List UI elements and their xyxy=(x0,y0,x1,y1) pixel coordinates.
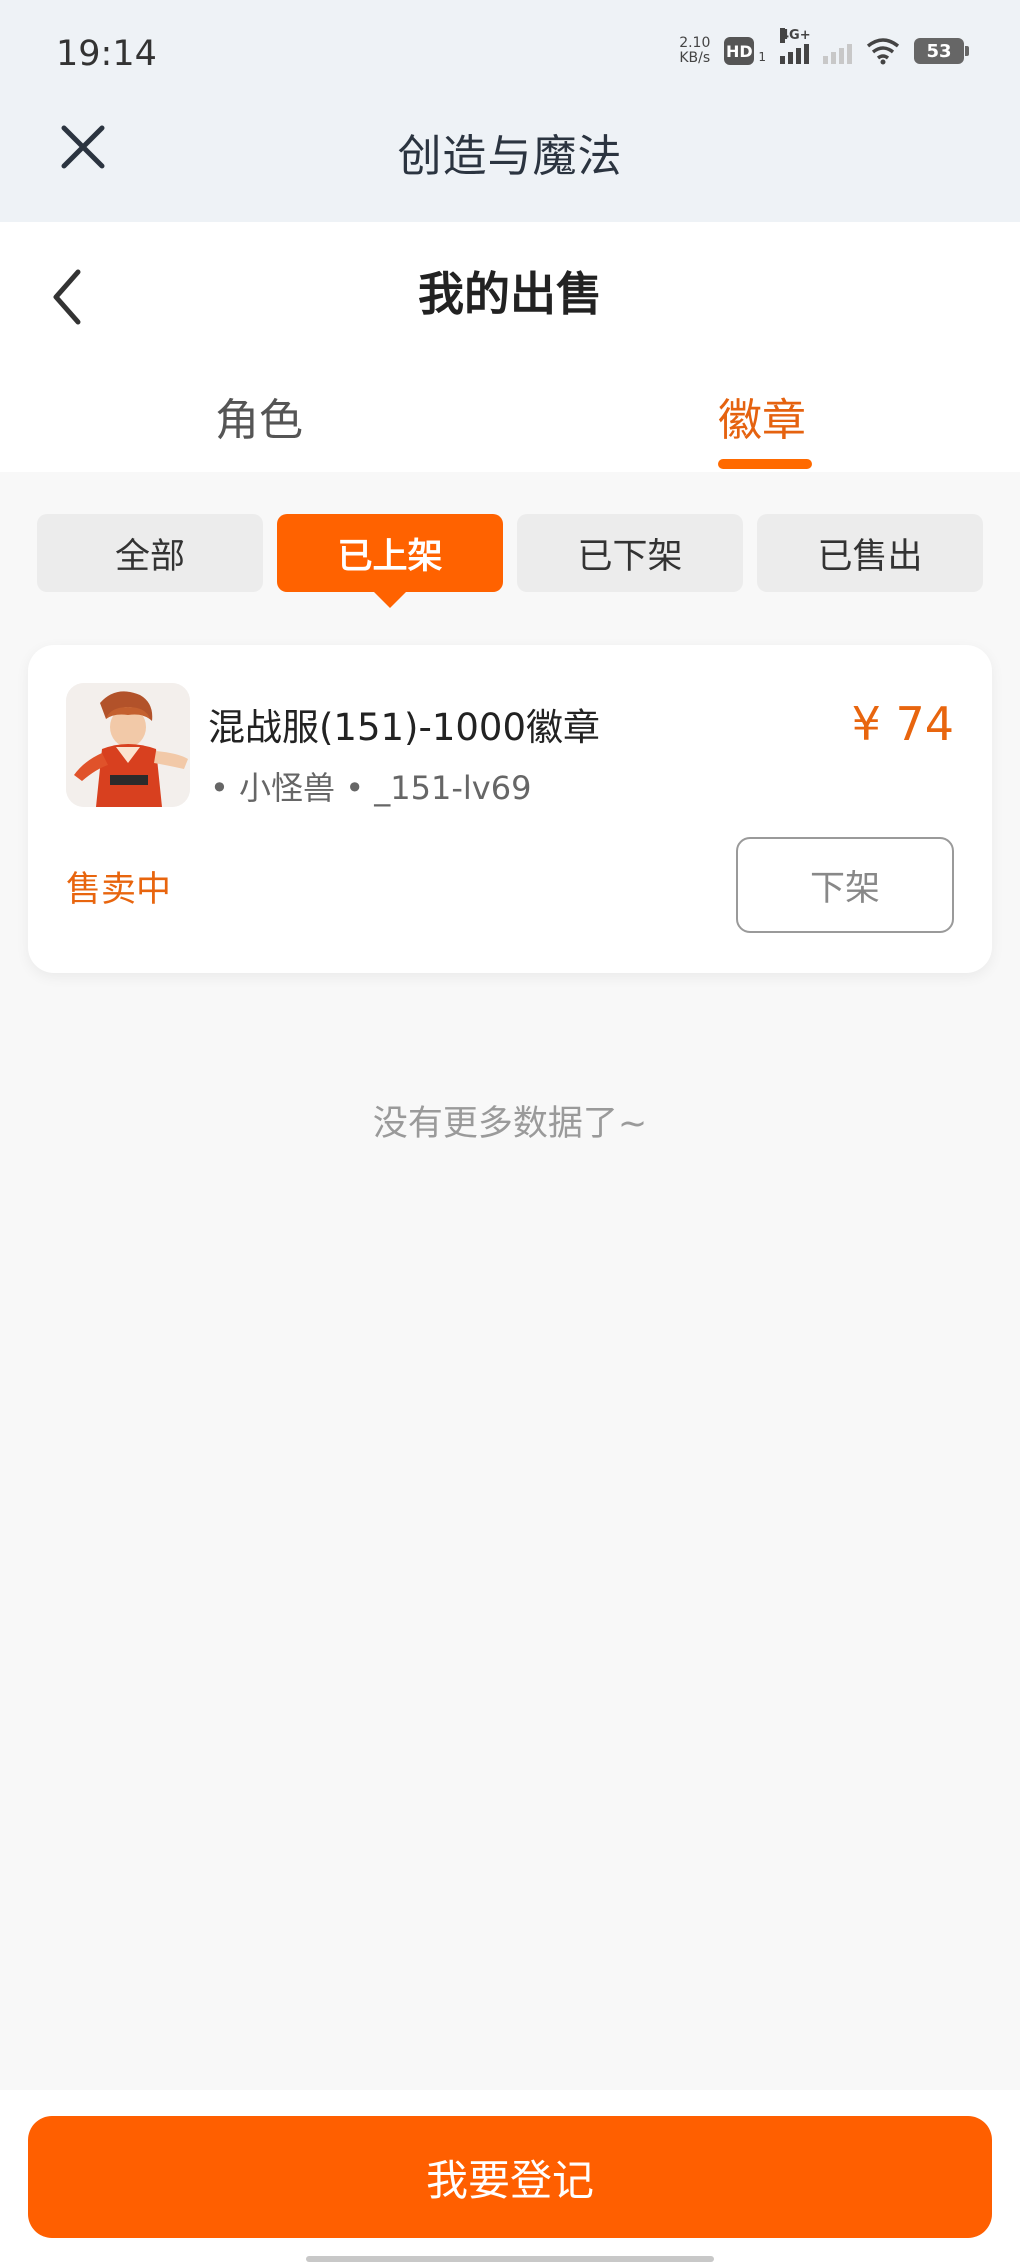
net-speed-value: 2.10 xyxy=(679,35,711,51)
delist-button[interactable]: 下架 xyxy=(736,837,954,933)
character-avatar-image xyxy=(66,683,190,807)
filter-listed[interactable]: 已上架 xyxy=(277,514,503,608)
item-title: 混战服(151)-1000徽章 xyxy=(208,706,601,749)
filter-delisted[interactable]: 已下架 xyxy=(517,514,743,592)
active-tab-indicator xyxy=(718,459,812,469)
filter-sold[interactable]: 已售出 xyxy=(757,514,983,592)
page-header: 我的出售 角色 徽章 xyxy=(0,222,1020,472)
network-type-label: 4G+ xyxy=(780,28,811,43)
app-top-bar: 19:14 2.10 KB/s HD 1 4G+ 53 创造与魔法 xyxy=(0,0,1020,222)
page-title: 我的出售 xyxy=(418,267,602,321)
app-title: 创造与魔法 xyxy=(397,131,623,182)
battery-icon: 53 xyxy=(914,38,969,64)
home-indicator[interactable] xyxy=(306,2256,714,2262)
wifi-icon xyxy=(866,38,900,65)
net-speed-unit: KB/s xyxy=(679,50,711,66)
bottom-action-bar: 我要登记 xyxy=(0,2090,1020,2267)
battery-level: 53 xyxy=(926,40,952,62)
list-end-text: 没有更多数据了~ xyxy=(372,1104,648,1144)
item-subtitle: • 小怪兽 • _151-lv69 xyxy=(210,769,532,807)
secondary-signal-icon xyxy=(823,38,852,64)
tab-badge[interactable]: 徽章 xyxy=(718,384,806,448)
status-icons: 2.10 KB/s HD 1 4G+ 53 xyxy=(679,28,969,66)
listing-card[interactable]: 混战服(151)-1000徽章 • 小怪兽 • _151-lv69 ¥ 74 售… xyxy=(28,645,992,973)
net-speed: 2.10 KB/s xyxy=(679,36,710,66)
filter-all[interactable]: 全部 xyxy=(37,514,263,592)
status-filter-bar: 全部 已上架 已下架 已售出 xyxy=(37,514,983,608)
hd-sub-label: 1 xyxy=(758,50,766,64)
item-price: ¥ 74 xyxy=(851,697,954,751)
item-thumbnail xyxy=(66,683,190,807)
cellular-signal-icon: 4G+ xyxy=(780,28,811,64)
hd-icon: HD xyxy=(724,37,755,65)
status-time: 19:14 xyxy=(56,34,157,74)
tab-role[interactable]: 角色 xyxy=(215,384,303,448)
register-button[interactable]: 我要登记 xyxy=(28,2116,992,2238)
status-badge: 售卖中 xyxy=(66,870,172,910)
